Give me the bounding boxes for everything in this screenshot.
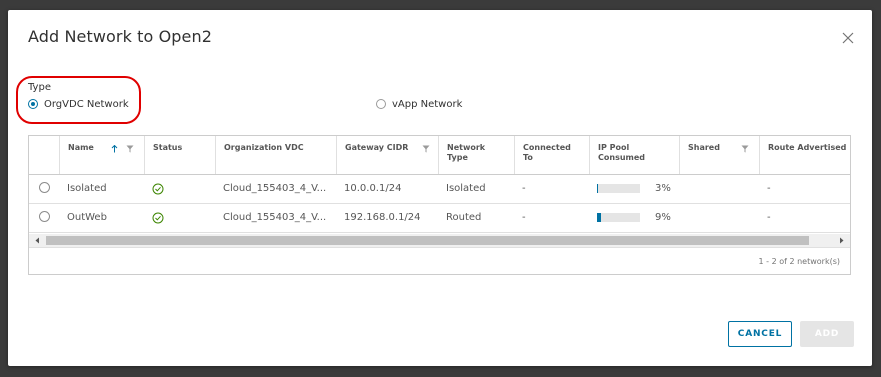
header-gateway-cidr-label: Gateway CIDR [345, 143, 409, 152]
cell-gateway-cidr: 10.0.0.1/24 [344, 183, 402, 194]
add-network-dialog: Add Network to Open2 Type OrgVDC Network… [8, 10, 872, 366]
row-select-radio[interactable] [39, 182, 50, 193]
cell-organization-vdc: Cloud_155403_4_V... [223, 183, 327, 194]
radio-vapp-network[interactable]: vApp Network [376, 97, 462, 111]
scroll-right-arrow-icon[interactable] [837, 236, 846, 245]
check-circle-icon [152, 212, 164, 224]
filter-icon[interactable] [422, 145, 430, 153]
header-connected-to-label: Connected To [523, 143, 571, 162]
filter-icon[interactable] [741, 145, 749, 153]
header-route-advertised[interactable]: Route Advertised [759, 136, 850, 174]
header-name-label: Name [68, 143, 94, 152]
annotation-highlight [16, 76, 141, 124]
add-button[interactable]: ADD [800, 321, 854, 347]
datagrid-header: Name Status Organization VDC Gateway CID… [29, 136, 850, 175]
cell-ip-pool-percent: 3% [655, 183, 671, 194]
header-status[interactable]: Status [144, 136, 215, 174]
table-row[interactable]: Isolated Cloud_155403_4_V... 10.0.0.1/24… [29, 174, 850, 204]
cell-name: Isolated [67, 183, 107, 194]
cell-ip-pool-percent: 9% [655, 212, 671, 223]
table-row[interactable]: OutWeb Cloud_155403_4_V... 192.168.0.1/2… [29, 203, 850, 233]
close-icon[interactable] [840, 30, 856, 46]
row-select-radio[interactable] [39, 211, 50, 222]
header-organization-vdc[interactable]: Organization VDC [215, 136, 336, 174]
dialog-title: Add Network to Open2 [28, 27, 213, 46]
cell-connected-to: - [522, 212, 526, 223]
header-select-column [29, 136, 59, 174]
header-connected-to[interactable]: Connected To [514, 136, 589, 174]
network-datagrid: Name Status Organization VDC Gateway CID… [28, 135, 851, 275]
sort-up-icon[interactable] [111, 145, 118, 153]
header-shared-label: Shared [688, 143, 720, 152]
header-network-type[interactable]: Network Type [438, 136, 514, 174]
check-circle-icon [152, 183, 164, 195]
ip-pool-progress-fill [597, 184, 599, 193]
ip-pool-progress-bar [597, 184, 640, 193]
ip-pool-progress-bar [597, 213, 640, 222]
header-status-label: Status [153, 143, 183, 152]
pagination-summary: 1 - 2 of 2 network(s) [758, 257, 840, 266]
cancel-button[interactable]: CANCEL [728, 321, 792, 347]
header-ip-pool-consumed[interactable]: IP Pool Consumed [589, 136, 679, 174]
header-network-type-label: Network Type [447, 143, 486, 162]
filter-icon[interactable] [126, 145, 134, 153]
header-organization-vdc-label: Organization VDC [224, 143, 304, 152]
cell-route-advertised: - [767, 212, 771, 223]
cell-network-type: Routed [446, 212, 482, 223]
scroll-left-arrow-icon[interactable] [33, 236, 42, 245]
scrollbar-thumb[interactable] [46, 236, 809, 245]
horizontal-scrollbar[interactable] [29, 234, 850, 248]
ip-pool-progress-fill [597, 213, 601, 222]
header-gateway-cidr[interactable]: Gateway CIDR [336, 136, 438, 174]
cell-network-type: Isolated [446, 183, 486, 194]
radio-vapp-label: vApp Network [392, 98, 463, 110]
cell-name: OutWeb [67, 212, 107, 223]
header-ip-pool-consumed-label: IP Pool Consumed [598, 143, 646, 162]
cell-route-advertised: - [767, 183, 771, 194]
cell-connected-to: - [522, 183, 526, 194]
cell-organization-vdc: Cloud_155403_4_V... [223, 212, 327, 223]
header-name[interactable]: Name [59, 136, 144, 174]
header-shared[interactable]: Shared [679, 136, 759, 174]
header-route-advertised-label: Route Advertised [768, 143, 847, 152]
radio-button[interactable] [376, 99, 386, 109]
cell-gateway-cidr: 192.168.0.1/24 [344, 212, 421, 223]
